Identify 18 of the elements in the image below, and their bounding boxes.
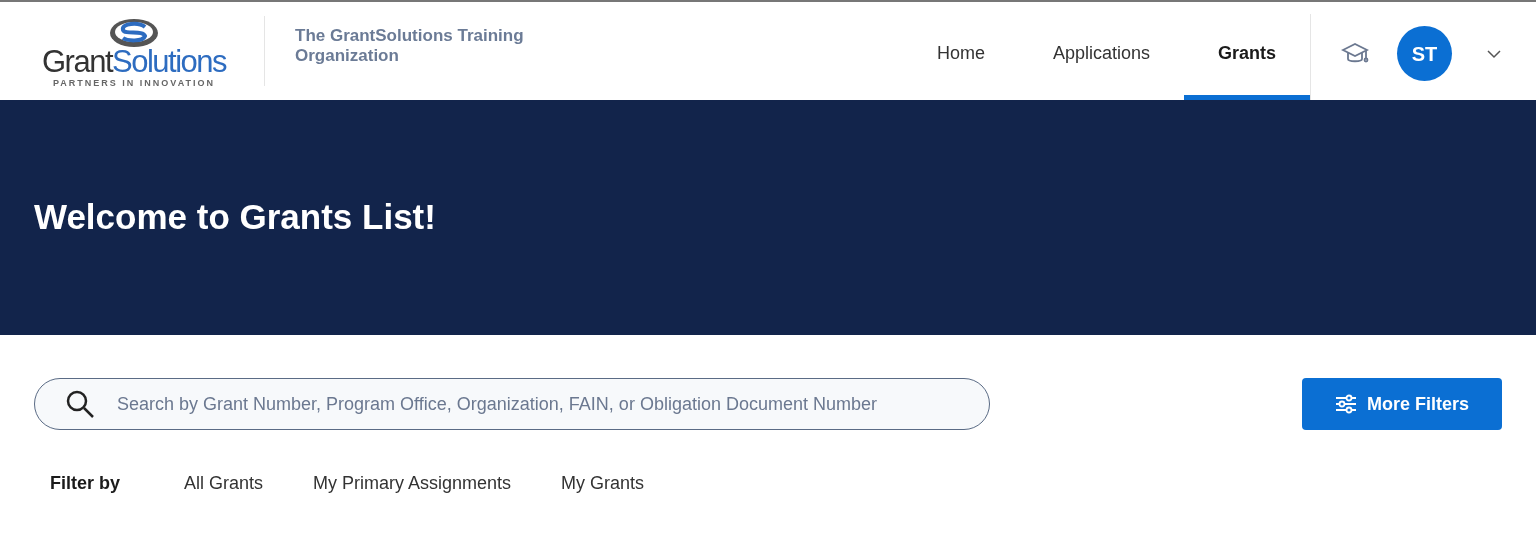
logo-wordmark: GrantSolutions <box>41 43 227 79</box>
search-icon <box>64 388 96 420</box>
logo-icon <box>109 17 159 48</box>
filter-option[interactable]: My Primary Assignments <box>313 470 512 497</box>
banner-title: Welcome to Grants List! <box>34 196 436 239</box>
filter-option[interactable]: All Grants <box>184 470 264 497</box>
nav-tab[interactable]: Applications <box>1018 2 1184 100</box>
logo-tagline: PARTNERS IN INNOVATION <box>53 76 215 90</box>
logo[interactable]: GrantSolutions PARTNERS IN INNOVATION <box>34 11 234 91</box>
chevron-down-icon[interactable] <box>1486 48 1502 59</box>
sliders-icon <box>1335 394 1357 414</box>
user-avatar[interactable]: ST <box>1397 26 1452 81</box>
search-field[interactable]: Search by Grant Number, Program Office, Organization, FAIN, or Obligation Document Number <box>34 378 990 430</box>
organization-name: The GrantSolutions Training Organization <box>295 26 525 66</box>
filter-option[interactable]: My Grants <box>561 470 645 497</box>
nav-tab[interactable]: Home <box>902 2 1019 100</box>
more-filters-button[interactable]: More Filters <box>1302 378 1502 430</box>
filter-label: Filter by <box>50 472 120 495</box>
